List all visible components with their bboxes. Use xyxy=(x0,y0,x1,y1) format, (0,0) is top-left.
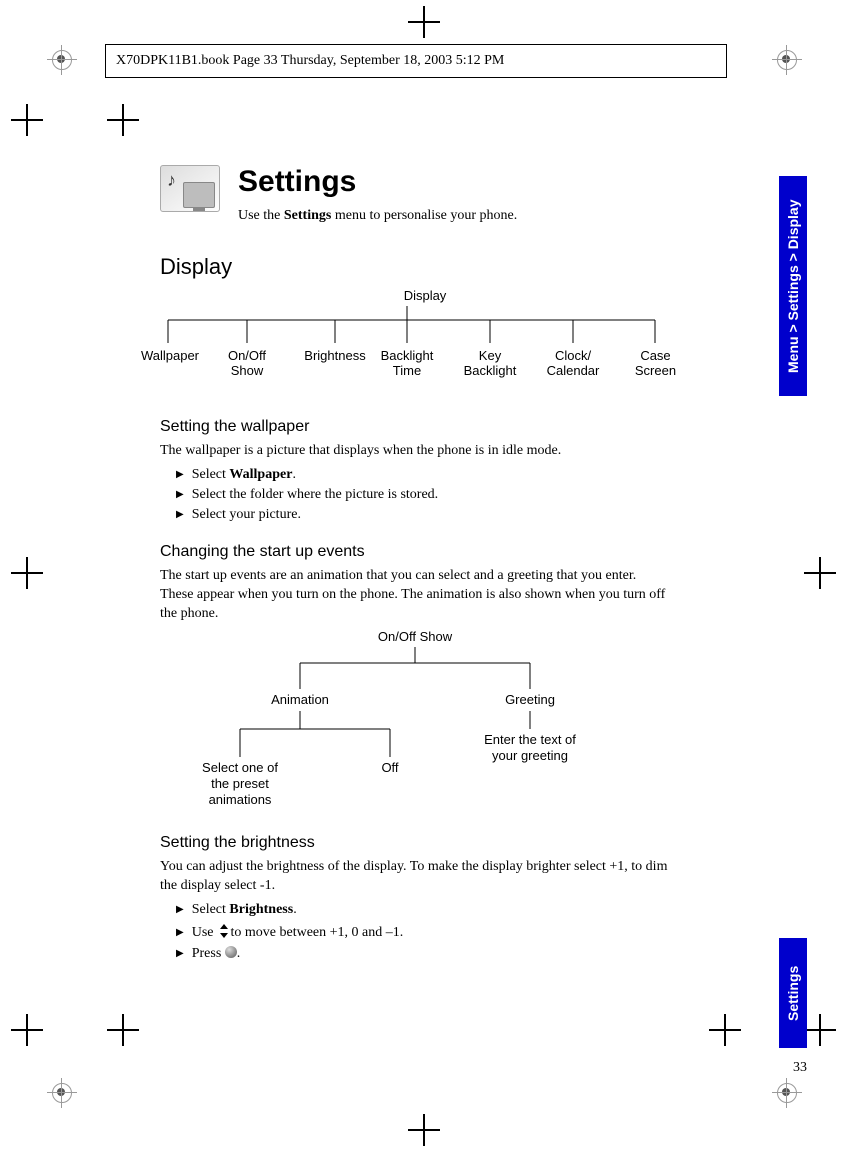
crop-mark-icon xyxy=(810,563,830,583)
registration-mark-icon xyxy=(777,50,797,70)
registration-mark-icon xyxy=(52,50,72,70)
sub-heading-wallpaper: Setting the wallpaper xyxy=(160,418,670,436)
section-heading-display: Display xyxy=(160,254,670,280)
page-title: Settings xyxy=(238,165,517,199)
tree-leaf: Select one ofthe presetanimations xyxy=(190,760,290,807)
step-item: Press . xyxy=(176,945,670,962)
side-tab-section: Settings xyxy=(779,938,807,1048)
crop-mark-icon xyxy=(113,1020,133,1040)
crop-mark-icon xyxy=(113,110,133,130)
crop-mark-icon xyxy=(810,1020,830,1040)
sub-heading-brightness: Setting the brightness xyxy=(160,834,670,852)
tree-leaf: Off xyxy=(370,760,410,776)
step-item: Select Wallpaper. xyxy=(176,467,670,483)
step-item: Select the folder where the picture is s… xyxy=(176,487,670,503)
registration-mark-icon xyxy=(52,1083,72,1103)
brightness-steps: Select Brightness. Use to move between +… xyxy=(160,902,670,962)
onoff-tree: On/Off Show Animation Greeting Enter the… xyxy=(200,629,630,814)
content-area: ♪ Settings Use the Settings menu to pers… xyxy=(160,165,670,966)
book-info-text: X70DPK11B1.book Page 33 Thursday, Septem… xyxy=(116,53,504,68)
wallpaper-desc: The wallpaper is a picture that displays… xyxy=(160,442,670,461)
page-number: 33 xyxy=(793,1060,807,1076)
tree-leaf: KeyBacklight xyxy=(460,348,520,379)
step-item: Select Brightness. xyxy=(176,902,670,918)
startup-desc: The start up events are an animation tha… xyxy=(160,567,670,624)
sub-heading-startup: Changing the start up events xyxy=(160,543,670,561)
registration-mark-icon xyxy=(777,1083,797,1103)
step-item: Use to move between +1, 0 and –1. xyxy=(176,922,670,941)
tree-leaf: Wallpaper xyxy=(140,348,200,364)
display-tree: Display Wallpaper On/OffShow Brightness … xyxy=(160,288,690,383)
page: X70DPK11B1.book Page 33 Thursday, Septem… xyxy=(0,0,843,1156)
tree-node: Greeting xyxy=(490,692,570,708)
side-tab-breadcrumb: Menu > Settings > Display xyxy=(779,176,807,396)
tree-leaf: Brightness xyxy=(302,348,368,364)
crop-mark-icon xyxy=(414,1120,434,1140)
tree-root: On/Off Show xyxy=(200,629,630,645)
crop-mark-icon xyxy=(17,110,37,130)
title-row: ♪ Settings Use the Settings menu to pers… xyxy=(160,165,670,226)
tree-node: Animation xyxy=(260,692,340,708)
tree-leaf: BacklightTime xyxy=(377,348,437,379)
book-header: X70DPK11B1.book Page 33 Thursday, Septem… xyxy=(105,44,727,78)
crop-mark-icon xyxy=(17,1020,37,1040)
crop-mark-icon xyxy=(17,563,37,583)
crop-mark-icon xyxy=(414,12,434,32)
tree-leaf: CaseScreen xyxy=(628,348,683,379)
ok-key-icon xyxy=(225,946,237,958)
step-item: Select your picture. xyxy=(176,507,670,523)
nav-key-icon xyxy=(217,924,227,938)
wallpaper-steps: Select Wallpaper. Select the folder wher… xyxy=(160,467,670,523)
intro-text: Use the Settings menu to personalise you… xyxy=(238,207,517,226)
tree-leaf: Clock/Calendar xyxy=(543,348,603,379)
settings-icon: ♪ xyxy=(160,165,220,212)
brightness-desc: You can adjust the brightness of the dis… xyxy=(160,858,670,896)
tree-root: Display xyxy=(160,288,690,303)
tree-leaf: Enter the text ofyour greeting xyxy=(470,732,590,763)
tree-leaf: On/OffShow xyxy=(222,348,272,379)
crop-mark-icon xyxy=(715,1020,735,1040)
